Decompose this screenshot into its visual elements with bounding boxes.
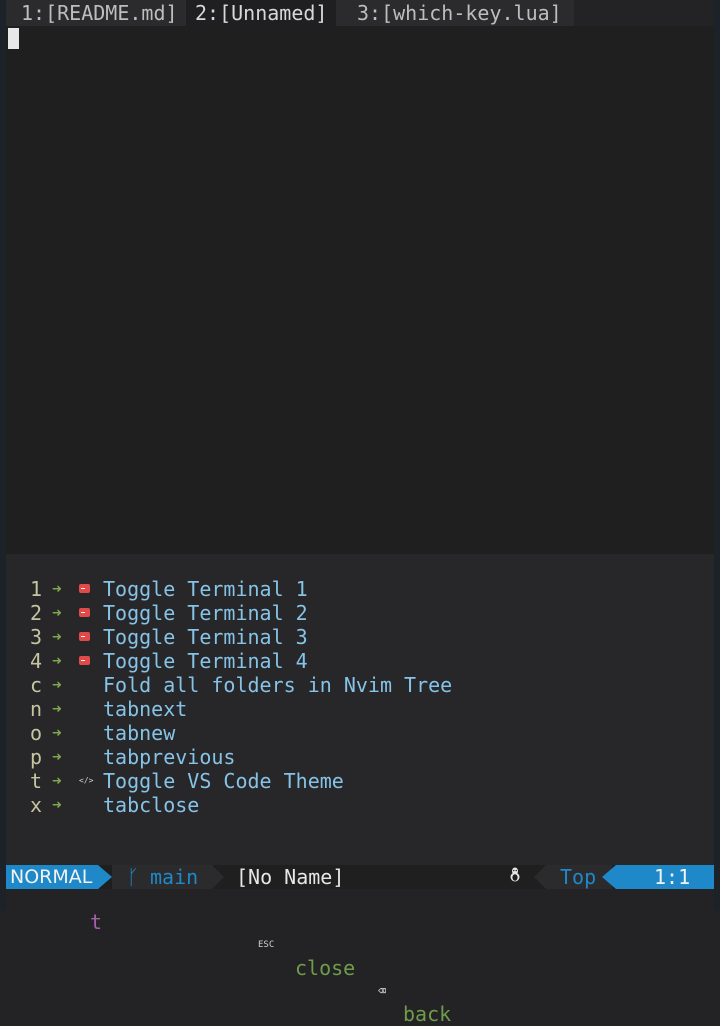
statusline: NORMAL ᚴ main [No Name] Top 1:1 — [6, 865, 714, 889]
command-line[interactable] — [6, 889, 714, 911]
which-key-key: x — [30, 793, 43, 817]
branch-separator — [212, 865, 224, 889]
which-key-description: Toggle Terminal 1 — [103, 577, 308, 601]
scroll-position: Top — [560, 865, 597, 889]
which-key-item[interactable]: t ➜ </> Toggle VS Code Theme — [6, 769, 714, 793]
which-key-description: tabnext — [103, 697, 188, 721]
arrow-icon: ➜ — [52, 579, 62, 598]
arrow-icon: ➜ — [52, 723, 62, 742]
which-key-item[interactable]: 1 ➜ Toggle Terminal 1 — [6, 577, 714, 601]
line-col: 1:1 — [654, 865, 691, 889]
tab-which-key[interactable]: 3:[which-key.lua] — [348, 0, 571, 26]
which-key-key: n — [30, 697, 43, 721]
which-key-key: p — [30, 745, 43, 769]
arrow-icon: ➜ — [52, 795, 62, 814]
arrow-icon: ➜ — [52, 627, 62, 646]
which-key-description: Toggle Terminal 2 — [103, 601, 308, 625]
tab-readme[interactable]: 1:[README.md] — [12, 0, 187, 26]
which-key-item[interactable]: p ➜ tabprevious — [6, 745, 714, 769]
git-branch-icon: ᚴ — [127, 865, 139, 889]
which-key-description: Toggle VS Code Theme — [103, 769, 344, 793]
terminal-icon — [79, 608, 90, 617]
close-hint: close — [295, 956, 356, 980]
which-key-item[interactable]: o ➜ tabnew — [6, 721, 714, 745]
which-key-description: tabclose — [103, 793, 200, 817]
tab-unnamed[interactable]: 2:[Unnamed] — [186, 0, 337, 26]
line-col-separator — [602, 865, 616, 889]
backspace-key-icon: ⌫ — [378, 984, 386, 999]
which-key-item[interactable]: 3 ➜ Toggle Terminal 3 — [6, 625, 714, 649]
file-name: [No Name] — [236, 865, 345, 889]
which-key-item[interactable]: c ➜ Fold all folders in Nvim Tree — [6, 673, 714, 697]
right-border — [714, 0, 720, 911]
arrow-icon: ➜ — [52, 699, 62, 718]
terminal-icon — [79, 584, 90, 593]
which-key-footer: ␣ » t ESC close ⌫ back — [6, 842, 714, 1026]
which-key-item[interactable]: 2 ➜ Toggle Terminal 2 — [6, 601, 714, 625]
arrow-icon: ➜ — [52, 651, 62, 670]
git-branch-name: main — [150, 865, 199, 889]
which-key-item[interactable]: 4 ➜ Toggle Terminal 4 — [6, 649, 714, 673]
which-key-key: 3 — [30, 625, 43, 649]
position-separator — [534, 865, 546, 889]
which-key-description: Toggle Terminal 3 — [103, 625, 308, 649]
arrow-icon: ➜ — [52, 675, 62, 694]
back-hint: back — [403, 1002, 452, 1026]
which-key-description: tabnew — [103, 721, 176, 745]
which-key-key: t — [30, 769, 43, 793]
which-key-item[interactable]: x ➜ tabclose — [6, 793, 714, 817]
which-key-popup: 1 ➜ Toggle Terminal 1 2 ➜ Toggle Terminal 2 3 ➜… — [6, 554, 714, 866]
editor-buffer[interactable] — [6, 26, 714, 554]
tabline: 1:[README.md] 2:[Unnamed] 3:[which-key.l… — [6, 0, 714, 26]
mode-separator — [98, 865, 112, 889]
text-cursor — [8, 28, 19, 49]
which-key-key: 2 — [30, 601, 43, 625]
linux-icon — [509, 865, 521, 889]
arrow-icon: ➜ — [52, 747, 62, 766]
which-key-description: Fold all folders in Nvim Tree — [103, 673, 453, 697]
terminal-icon — [79, 656, 90, 665]
code-icon: </> — [79, 776, 94, 785]
arrow-icon: ➜ — [52, 771, 62, 790]
esc-key-icon: ESC — [258, 940, 275, 950]
tabline-fill — [574, 0, 714, 26]
terminal-icon — [79, 632, 90, 641]
which-key-description: tabprevious — [103, 745, 236, 769]
breadcrumb-prefix: t — [90, 910, 103, 934]
which-key-key: o — [30, 721, 43, 745]
arrow-icon: ➜ — [52, 603, 62, 622]
which-key-key: c — [30, 673, 43, 697]
which-key-description: Toggle Terminal 4 — [103, 649, 308, 673]
mode-indicator: NORMAL — [6, 865, 98, 889]
which-key-key: 4 — [30, 649, 43, 673]
which-key-key: 1 — [30, 577, 43, 601]
which-key-item[interactable]: n ➜ tabnext — [6, 697, 714, 721]
